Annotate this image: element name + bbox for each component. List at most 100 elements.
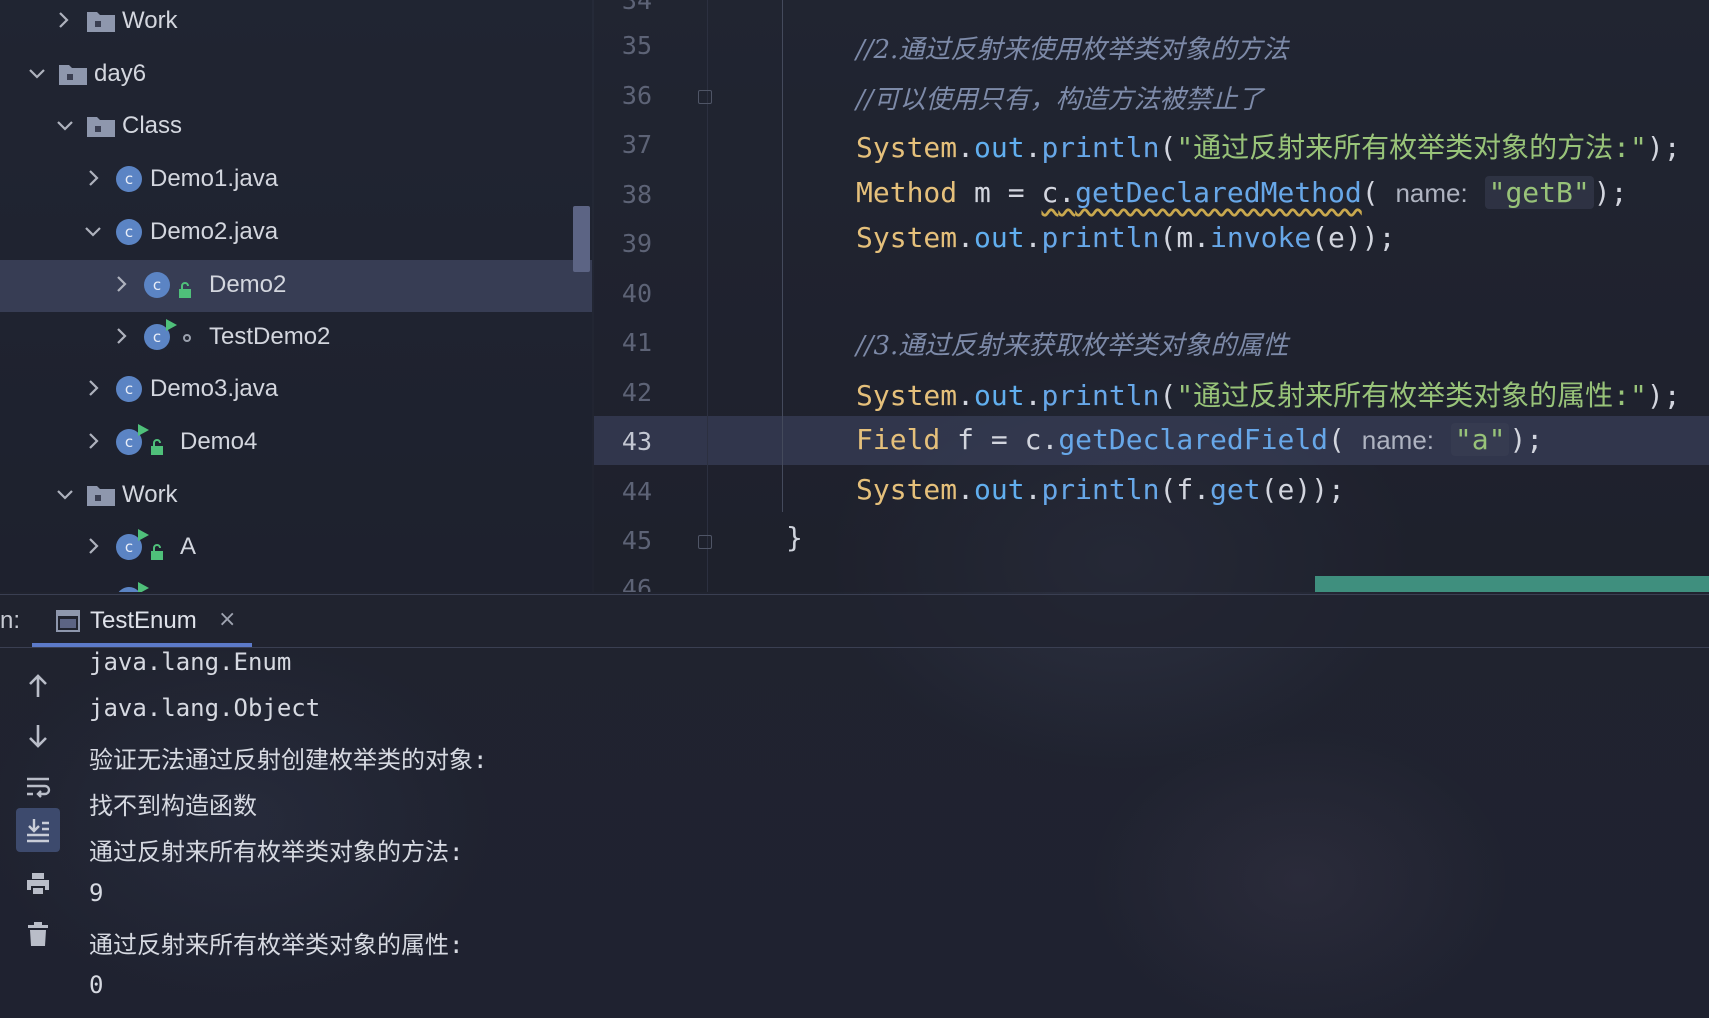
- chevron-right-icon[interactable]: [82, 377, 104, 399]
- folder-icon: [86, 9, 116, 33]
- code-token: );: [1646, 131, 1681, 164]
- code-token: .: [957, 473, 975, 506]
- tree-item-testdemo2[interactable]: c TestDemo2: [0, 312, 592, 364]
- tree-item-label: A: [180, 533, 197, 560]
- code-token: f.: [1176, 473, 1211, 506]
- line-number: 46: [621, 574, 652, 592]
- up-arrow-icon[interactable]: [16, 664, 60, 708]
- code-token: c: [1024, 423, 1042, 456]
- down-arrow-icon[interactable]: [16, 714, 60, 758]
- line-number: 44: [621, 477, 652, 506]
- code-token: out: [974, 221, 1025, 254]
- code-token: (: [1159, 379, 1177, 412]
- chevron-down-icon[interactable]: [82, 220, 104, 242]
- tree-item-label: Work: [122, 7, 178, 34]
- tree-item-a[interactable]: c A: [0, 522, 592, 574]
- tree-item-label: Demo1.java: [150, 165, 279, 192]
- tree-item-day6[interactable]: day6: [0, 49, 592, 101]
- line-number-current: 43: [621, 427, 652, 456]
- tree-scrollbar-thumb[interactable]: [573, 206, 590, 272]
- console-icon: [56, 610, 80, 632]
- code-token: out: [974, 131, 1025, 164]
- code-token: Field: [856, 423, 941, 456]
- console-output[interactable]: java.lang.Enum java.lang.Object 验证无法通过反射…: [89, 648, 1689, 1018]
- code-comment: //3.通过反射来获取枚举类对象的属性: [856, 331, 1289, 361]
- folder-icon: [58, 62, 88, 86]
- code-token: .: [1058, 176, 1076, 209]
- code-line-37: System.out.println("通过反射来所有枚举类对象的方法:");: [856, 126, 1681, 166]
- code-token: out: [974, 379, 1025, 412]
- tree-item-label: TestDemo2: [209, 323, 331, 350]
- console-line: 9: [89, 879, 104, 907]
- java-class-icon: c: [116, 219, 142, 245]
- tree-item-work[interactable]: Work: [0, 0, 592, 48]
- fold-marker-icon[interactable]: [698, 535, 712, 549]
- tree-item-demo4[interactable]: c Demo4: [0, 417, 592, 469]
- runnable-class-icon: c: [144, 319, 177, 350]
- tree-item-class[interactable]: Class: [0, 101, 592, 153]
- fold-marker-icon[interactable]: [698, 90, 712, 104]
- code-token: println: [1041, 473, 1160, 506]
- chevron-down-icon[interactable]: [26, 62, 48, 84]
- code-string: "通过反射来所有枚举类对象的属性:": [1176, 379, 1647, 412]
- tree-item-demo2[interactable]: c Demo2: [0, 260, 592, 312]
- line-number: 41: [621, 328, 652, 357]
- code-token: get: [1210, 473, 1261, 506]
- parameter-hint: name:: [1361, 425, 1435, 455]
- tree-item-label: Class: [122, 112, 183, 139]
- chevron-right-icon[interactable]: [52, 9, 74, 31]
- console-line: 通过反射来所有枚举类对象的方法:: [89, 838, 464, 866]
- line-number: 45: [621, 526, 652, 555]
- tree-item-label: Demo2.java: [150, 218, 279, 245]
- highlight-bar: [1315, 576, 1709, 592]
- tree-item-label: Demo4: [180, 428, 258, 455]
- code-token: getDeclaredMethod: [1075, 176, 1362, 209]
- tree-item-demo3-java[interactable]: c Demo3.java: [0, 364, 592, 416]
- code-token: println: [1041, 221, 1160, 254]
- soft-wrap-icon[interactable]: [16, 765, 60, 809]
- chevron-down-icon[interactable]: [54, 483, 76, 505]
- line-number: 34: [621, 0, 652, 15]
- chevron-right-icon[interactable]: [110, 273, 132, 295]
- line-number: 38: [621, 180, 652, 209]
- run-toolbar: [0, 648, 76, 1018]
- tree-item-partial[interactable]: c: [0, 575, 592, 592]
- line-number-gutter: 34 35 36 37 38 39 40 41 42 43 44 45 46: [594, 0, 708, 592]
- chevron-right-icon[interactable]: [82, 535, 104, 557]
- code-token: (: [1159, 131, 1177, 164]
- java-class-icon: c: [116, 166, 142, 192]
- chevron-right-icon[interactable]: [82, 167, 104, 189]
- close-icon[interactable]: ×: [218, 607, 236, 632]
- print-icon[interactable]: [16, 862, 60, 906]
- chevron-right-icon[interactable]: [82, 430, 104, 452]
- tree-item-work-2[interactable]: Work: [0, 470, 592, 522]
- tree-item-demo2-java[interactable]: c Demo2.java: [0, 207, 592, 259]
- closing-brace: }: [786, 521, 803, 554]
- code-token: System: [856, 473, 958, 506]
- code-token: c: [1041, 176, 1059, 209]
- code-token: (e));: [1260, 473, 1345, 506]
- code-token: (: [1361, 176, 1396, 209]
- code-token: .: [1024, 379, 1042, 412]
- code-token: );: [1593, 176, 1628, 209]
- chevron-down-icon[interactable]: [54, 114, 76, 136]
- package-private-icon: [183, 334, 191, 342]
- trash-icon[interactable]: [16, 912, 60, 956]
- console-line: 通过反射来所有枚举类对象的属性:: [89, 931, 464, 959]
- code-editor[interactable]: 34 35 36 37 38 39 40 41 42 43 44 45 46 /…: [594, 0, 1709, 592]
- code-token: (: [1328, 423, 1362, 456]
- code-token: System: [856, 379, 958, 412]
- code-token: f =: [940, 423, 1025, 456]
- chevron-right-icon[interactable]: [110, 325, 132, 347]
- run-panel-header: n: TestEnum ×: [0, 594, 1709, 648]
- code-line-42: System.out.println("通过反射来所有枚举类对象的属性:");: [856, 374, 1681, 414]
- tree-item-label: Work: [122, 481, 178, 508]
- run-tab-testenum[interactable]: TestEnum ×: [32, 595, 252, 647]
- code-token: out: [974, 473, 1025, 506]
- code-comment: //2.通过反射来使用枚举类对象的方法: [856, 35, 1289, 65]
- code-string: "getB": [1484, 176, 1594, 209]
- run-tab-label: TestEnum: [90, 607, 197, 634]
- code-line-43: Field f = c.getDeclaredField( name: "a")…: [856, 423, 1543, 456]
- tree-item-demo1-java[interactable]: c Demo1.java: [0, 154, 592, 206]
- scroll-to-end-icon[interactable]: [16, 808, 60, 852]
